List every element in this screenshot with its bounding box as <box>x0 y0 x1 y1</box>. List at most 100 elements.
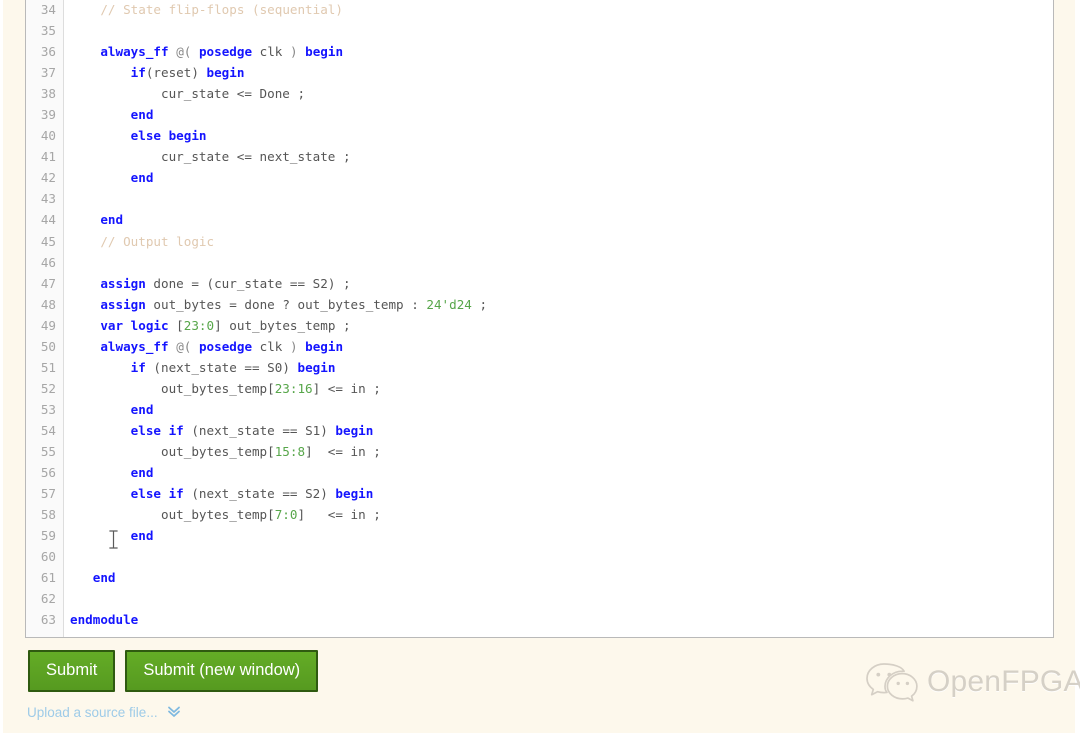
code-token: 23:16 <box>274 380 313 396</box>
code-line-text[interactable]: always_ff @( posedge clk ) begin <box>70 336 343 357</box>
code-line[interactable]: 63 endmodule <box>26 609 1053 630</box>
code-line-text[interactable]: assign out_bytes = done ? out_bytes_temp… <box>70 294 487 315</box>
code-token: assign <box>100 296 146 312</box>
code-line-text[interactable]: always_ff @( posedge clk ) begin <box>70 41 343 62</box>
code-editor-scroll-area[interactable]: 34 // State flip-flops (sequential) 35 36 … <box>26 0 1053 637</box>
code-token: begin <box>297 359 336 375</box>
code-line-text[interactable]: out_bytes_temp[7:0] <= in ; <box>70 504 381 525</box>
code-line[interactable]: 36 always_ff @( posedge clk ) begin <box>26 41 1053 62</box>
code-line[interactable]: 41 cur_state <= next_state ; <box>26 146 1053 167</box>
code-line[interactable]: 50 always_ff @( posedge clk ) begin <box>26 336 1053 357</box>
code-line-text[interactable]: if (next_state == S0) begin <box>70 357 336 378</box>
code-line-text[interactable]: end <box>70 167 154 188</box>
code-token: posedge <box>198 338 253 354</box>
code-line[interactable]: 38 cur_state <= Done ; <box>26 83 1053 104</box>
code-line[interactable]: 51 if (next_state == S0) begin <box>26 357 1053 378</box>
submit-button[interactable]: Submit <box>28 650 116 692</box>
code-line[interactable]: 37 if(reset) begin <box>26 62 1053 83</box>
code-line[interactable]: 42 end <box>26 167 1053 188</box>
code-line[interactable]: 57 else if (next_state == S2) begin <box>26 483 1053 504</box>
code-line[interactable]: 56 end <box>26 462 1053 483</box>
code-line[interactable]: 53 end <box>26 399 1053 420</box>
code-line[interactable]: 40 else begin <box>26 125 1053 146</box>
code-line[interactable]: 43 <box>26 188 1053 209</box>
code-line[interactable]: 45 // Output logic <box>26 231 1053 252</box>
double-chevron-down-icon[interactable] <box>167 705 181 720</box>
code-line[interactable]: 46 <box>26 252 1053 273</box>
code-token: end <box>92 570 116 586</box>
code-line-text[interactable]: end <box>70 567 116 588</box>
code-token: // State flip-flops (sequential) <box>100 2 343 17</box>
code-token: 24'd24 <box>426 296 472 312</box>
code-token: else if <box>130 486 184 502</box>
code-line[interactable]: 47 assign done = (cur_state == S2) ; <box>26 273 1053 294</box>
code-line-text[interactable]: end <box>70 525 154 546</box>
code-line-text[interactable]: out_bytes_temp[15:8] <= in ; <box>70 441 381 462</box>
code-line-text[interactable]: else begin <box>70 125 207 146</box>
code-line[interactable]: 62 <box>26 588 1053 609</box>
code-line[interactable]: 49 var logic [23:0] out_bytes_temp ; <box>26 315 1053 336</box>
code-line-text[interactable]: end <box>70 399 154 420</box>
code-token: (next_state == S2) <box>183 486 336 502</box>
code-token: always_ff <box>100 44 169 60</box>
line-number: 51 <box>40 359 56 375</box>
code-token: always_ff <box>100 338 169 354</box>
submit-new-window-button[interactable]: Submit (new window) <box>125 650 319 692</box>
code-token: end <box>100 212 124 228</box>
line-number: 35 <box>40 23 56 39</box>
code-line-text[interactable]: else if (next_state == S1) begin <box>70 420 374 441</box>
code-line[interactable]: 52 out_bytes_temp[23:16] <= in ; <box>26 378 1053 399</box>
code-line-text[interactable]: endmodule <box>70 609 138 630</box>
code-token: posedge <box>198 44 253 60</box>
openfpga-watermark: OpenFPGA <box>865 660 1080 704</box>
line-number: 62 <box>40 591 56 607</box>
code-line-text[interactable]: out_bytes_temp[23:16] <= in ; <box>70 378 381 399</box>
code-token: 7:0 <box>274 507 298 523</box>
code-token: end <box>130 401 154 417</box>
code-token: clk <box>252 338 290 354</box>
code-line[interactable]: 59 end <box>26 525 1053 546</box>
code-line[interactable]: 58 out_bytes_temp[7:0] <= in ; <box>26 504 1053 525</box>
code-line-text[interactable]: end <box>70 104 154 125</box>
code-line[interactable]: 39 end <box>26 104 1053 125</box>
code-line-text[interactable]: // Output logic <box>70 231 214 252</box>
code-line-text[interactable]: end <box>70 462 154 483</box>
code-line-text[interactable]: assign done = (cur_state == S2) ; <box>70 273 350 294</box>
code-token: out_bytes_temp[ <box>70 443 275 459</box>
code-line[interactable]: 34 // State flip-flops (sequential) <box>26 0 1053 20</box>
code-line-text[interactable]: cur_state <= Done ; <box>70 83 305 104</box>
line-number: 44 <box>40 212 56 228</box>
line-number: 58 <box>40 507 56 523</box>
line-number: 53 <box>40 401 56 417</box>
code-line[interactable]: 60 <box>26 546 1053 567</box>
code-token: begin <box>305 44 344 60</box>
line-number: 54 <box>40 422 56 438</box>
code-line[interactable]: 44 end <box>26 209 1053 230</box>
code-line[interactable]: 61 end <box>26 567 1053 588</box>
code-lines-container[interactable]: 34 // State flip-flops (sequential) 35 36 … <box>26 0 1053 630</box>
code-line[interactable]: 54 else if (next_state == S1) begin <box>26 420 1053 441</box>
code-line-text[interactable]: var logic [23:0] out_bytes_temp ; <box>70 315 350 336</box>
code-line-text[interactable]: else if (next_state == S2) begin <box>70 483 374 504</box>
code-token: if <box>130 65 146 81</box>
code-line[interactable]: 55 out_bytes_temp[15:8] <= in ; <box>26 441 1053 462</box>
code-line-text[interactable]: end <box>70 209 123 230</box>
code-token: else if <box>130 422 184 438</box>
code-line-text[interactable]: cur_state <= next_state ; <box>70 146 351 167</box>
upload-source-file-link[interactable]: Upload a source file... <box>27 705 158 720</box>
line-number: 45 <box>40 233 56 249</box>
code-editor[interactable]: 34 // State flip-flops (sequential) 35 36 … <box>25 0 1054 638</box>
code-line[interactable]: 48 assign out_bytes = done ? out_bytes_t… <box>26 294 1053 315</box>
code-line[interactable]: 35 <box>26 20 1053 41</box>
line-number: 43 <box>40 191 56 207</box>
code-line-text[interactable]: if(reset) begin <box>70 62 245 83</box>
code-line-text[interactable]: // State flip-flops (sequential) <box>70 0 343 20</box>
